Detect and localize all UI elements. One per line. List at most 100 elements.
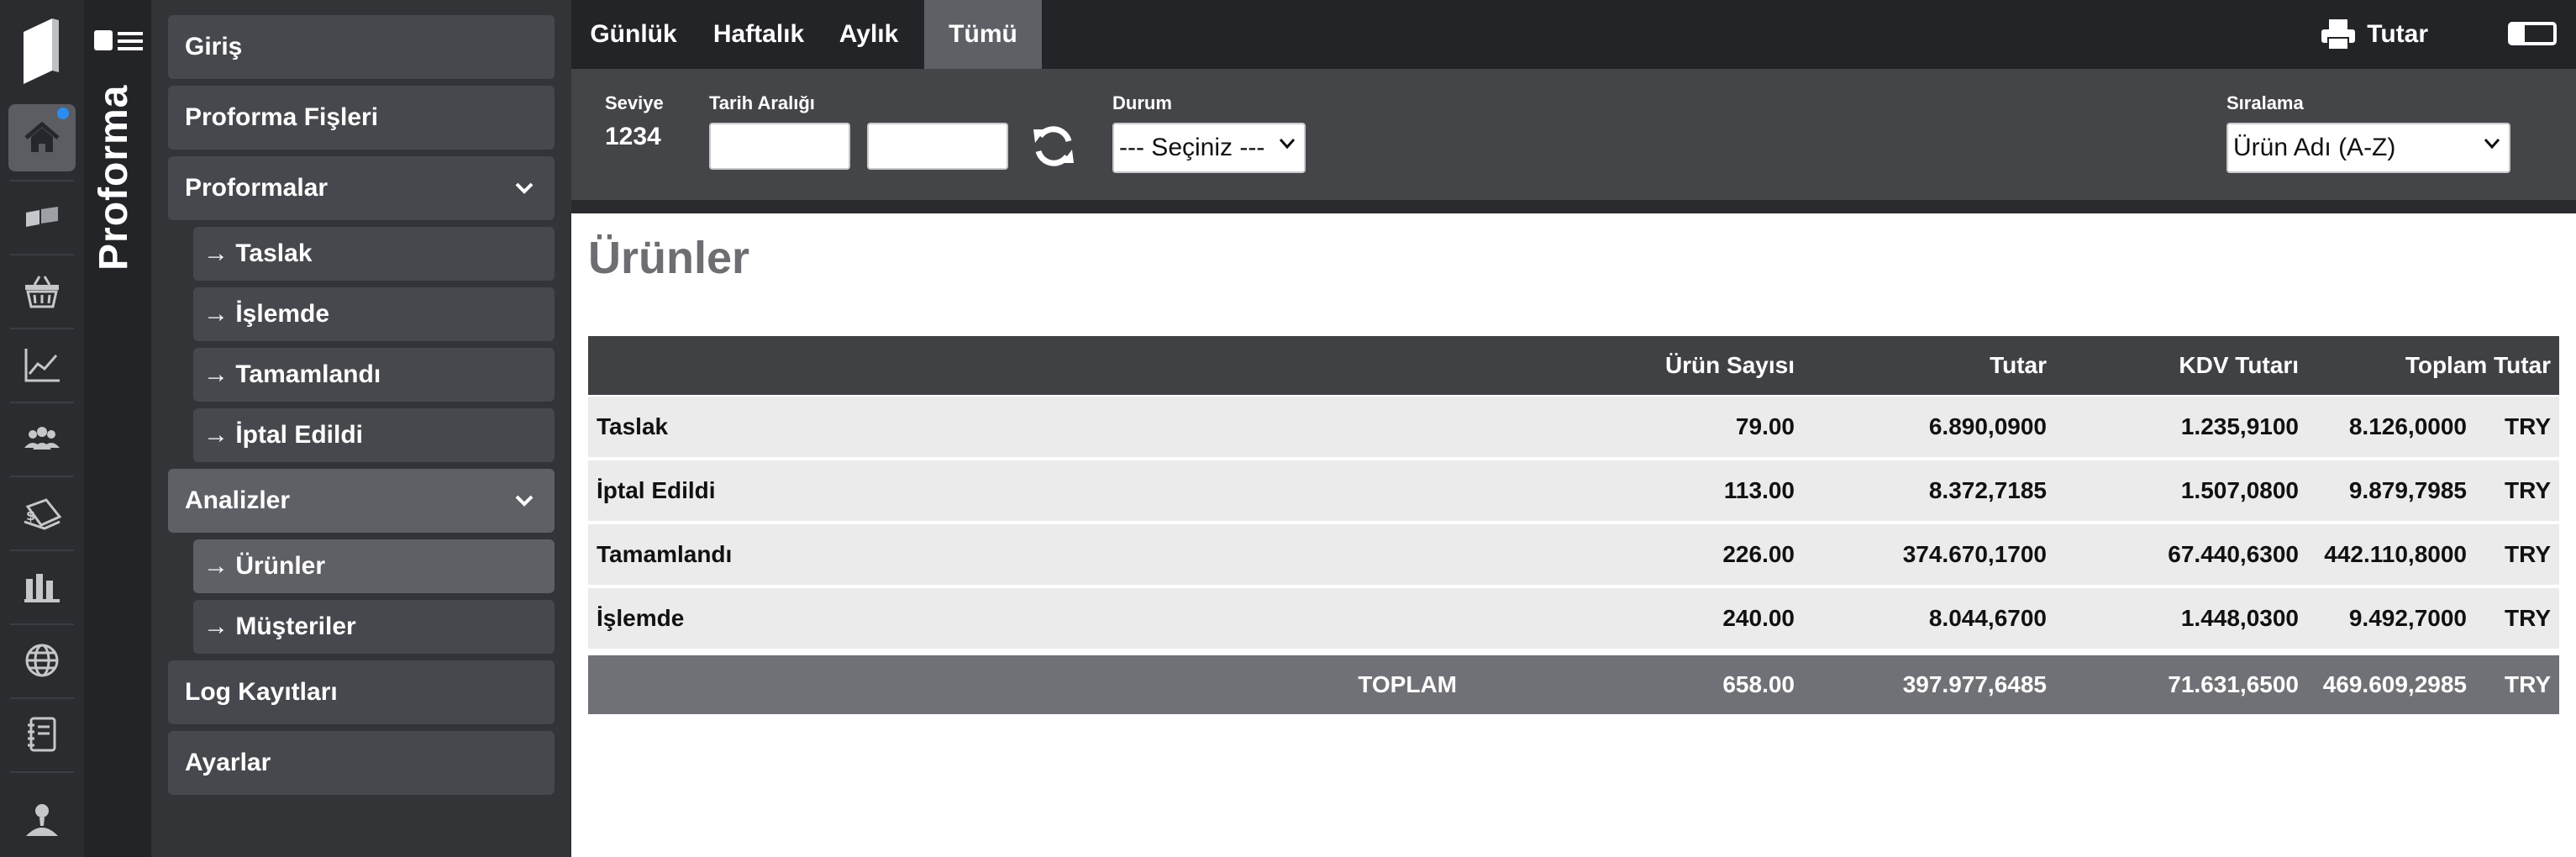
- svg-text:$: $: [26, 507, 35, 523]
- refresh-icon[interactable]: [1028, 121, 1079, 171]
- row-currency: TRY: [2505, 605, 2551, 631]
- user-icon: [26, 804, 58, 836]
- notification-dot: [57, 108, 69, 119]
- column-header-total: Toplam Tutar: [2405, 352, 2551, 378]
- menu-toggle-icon[interactable]: [89, 25, 146, 59]
- rail-divider: [10, 549, 74, 551]
- row-total: 9.492,7000: [2348, 605, 2467, 631]
- print-label: Tutar: [2367, 20, 2428, 48]
- rail-home[interactable]: [8, 104, 76, 171]
- row-status: Taslak: [597, 413, 669, 439]
- footer-vat: 71.631,6500: [2168, 671, 2299, 697]
- rail-customers[interactable]: [8, 405, 76, 472]
- globe-icon: [25, 644, 59, 677]
- app-title: Proforma: [92, 84, 136, 271]
- row-currency: TRY: [2505, 541, 2551, 567]
- sidebar-item-proformas[interactable]: Proformalar: [168, 156, 555, 220]
- date-range-label: Tarih Aralığı: [709, 92, 815, 113]
- rail-analytics[interactable]: [8, 331, 76, 398]
- panel-collapse-icon[interactable]: [2507, 18, 2558, 49]
- sidebar-subitem-in-process[interactable]: → İşlemde: [193, 287, 555, 341]
- rail-tickets[interactable]: [8, 183, 76, 250]
- row-vat: 1.507,0800: [2180, 477, 2299, 503]
- period-tabs-bar: Günlük Haftalık Aylık Tümü Tutar: [571, 0, 2576, 69]
- column-header-count: Ürün Sayısı: [1664, 352, 1795, 378]
- warehouse-icon: [24, 574, 60, 602]
- row-count: 113.00: [1723, 477, 1795, 503]
- filter-bar: Seviye 1234 Tarih Aralığı Durum --- Seçi…: [571, 69, 2576, 200]
- footer-currency: TRY: [2505, 671, 2551, 697]
- sidebar-item-home[interactable]: Giriş: [168, 15, 555, 79]
- rail-divider: [10, 697, 74, 699]
- row-count: 240.00: [1722, 605, 1795, 631]
- rail-notebook[interactable]: [8, 701, 76, 768]
- rail-divider: [10, 180, 74, 181]
- sidebar-subitem-cancelled[interactable]: → İptal Edildi: [193, 408, 555, 462]
- sidebar-subitem-products[interactable]: → Ürünler: [193, 539, 555, 593]
- money-bill-icon: $: [24, 498, 62, 530]
- row-total: 9.879,7985: [2348, 477, 2467, 503]
- rail-warehouse[interactable]: [8, 553, 76, 620]
- rail-divider: [10, 771, 74, 773]
- icon-rail: $: [0, 0, 84, 857]
- print-button[interactable]: Tutar: [2320, 15, 2428, 54]
- app-logo-icon[interactable]: [18, 15, 66, 86]
- level-label: Seviye: [605, 92, 664, 113]
- rail-payments[interactable]: $: [8, 479, 76, 546]
- sidebar: Giriş Proforma Fişleri Proformalar → Tas…: [151, 0, 571, 857]
- footer-count: 658.00: [1722, 671, 1795, 697]
- table-row: Taslak 79.00 6.890,0900 1.235,9100 8.126…: [588, 397, 2559, 457]
- rail-basket[interactable]: [8, 257, 76, 324]
- tab-all[interactable]: Tümü: [924, 0, 1042, 69]
- tickets-icon: [26, 207, 58, 227]
- table-row: Tamamlandı 226.00 374.670,1700 67.440,63…: [588, 524, 2559, 585]
- chevron-down-icon: [515, 182, 534, 194]
- rail-divider: [10, 476, 74, 477]
- footer-total: 469.609,2985: [2322, 671, 2467, 697]
- column-header-vat: KDV Tutarı: [2179, 352, 2299, 378]
- row-amount: 8.044,6700: [1928, 605, 2047, 631]
- home-icon: [24, 121, 60, 152]
- basket-icon: [25, 276, 59, 308]
- chart-line-icon: [24, 349, 60, 382]
- users-group-icon: [24, 427, 60, 450]
- column-header-amount: Tutar: [1990, 352, 2047, 378]
- sidebar-item-label: Proformalar: [185, 174, 329, 202]
- row-vat: 1.448,0300: [2180, 605, 2299, 631]
- row-vat: 67.440,6300: [2168, 541, 2299, 567]
- row-total: 8.126,0000: [2348, 413, 2467, 439]
- tab-daily[interactable]: Günlük: [571, 0, 696, 69]
- sidebar-subitem-completed[interactable]: → Tamamlandı: [193, 348, 555, 402]
- tab-monthly[interactable]: Aylık: [822, 0, 916, 69]
- date-to-input[interactable]: [867, 123, 1008, 170]
- sidebar-item-analyses[interactable]: Analizler: [168, 469, 555, 533]
- sidebar-item-proforma-slips[interactable]: Proforma Fişleri: [168, 86, 555, 150]
- rail-divider: [10, 402, 74, 403]
- sidebar-subitem-customers[interactable]: → Müşteriler: [193, 600, 555, 654]
- status-select-value: --- Seçiniz ---: [1119, 134, 1265, 161]
- status-label: Durum: [1112, 92, 1172, 113]
- tab-weekly[interactable]: Haftalık: [697, 0, 820, 69]
- row-amount: 374.670,1700: [1902, 541, 2047, 567]
- table-header: Ürün Sayısı Tutar KDV Tutarı Toplam Tuta…: [588, 336, 2559, 395]
- sidebar-item-settings[interactable]: Ayarlar: [168, 731, 555, 795]
- chevron-down-icon: [515, 495, 534, 507]
- rail-profile[interactable]: [8, 786, 76, 854]
- status-select[interactable]: --- Seçiniz ---: [1112, 123, 1306, 173]
- row-amount: 8.372,7185: [1928, 477, 2047, 503]
- footer-amount: 397.977,6485: [1902, 671, 2047, 697]
- sidebar-subitem-draft[interactable]: → Taslak: [193, 227, 555, 281]
- row-currency: TRY: [2505, 413, 2551, 439]
- date-from-input[interactable]: [709, 123, 850, 170]
- table-footer-total: TOPLAM 658.00 397.977,6485 71.631,6500 4…: [588, 655, 2559, 714]
- page-title: Ürünler: [588, 233, 750, 283]
- sidebar-item-label: Analizler: [185, 486, 291, 514]
- chevron-down-icon: [1279, 139, 1296, 150]
- rail-web[interactable]: [8, 627, 76, 694]
- row-currency: TRY: [2505, 477, 2551, 503]
- row-status: İptal Edildi: [597, 477, 716, 503]
- rail-divider: [10, 254, 74, 255]
- sort-select[interactable]: Ürün Adı (A-Z): [2226, 123, 2510, 173]
- notebook-icon: [28, 717, 56, 752]
- sidebar-item-logs[interactable]: Log Kayıtları: [168, 660, 555, 724]
